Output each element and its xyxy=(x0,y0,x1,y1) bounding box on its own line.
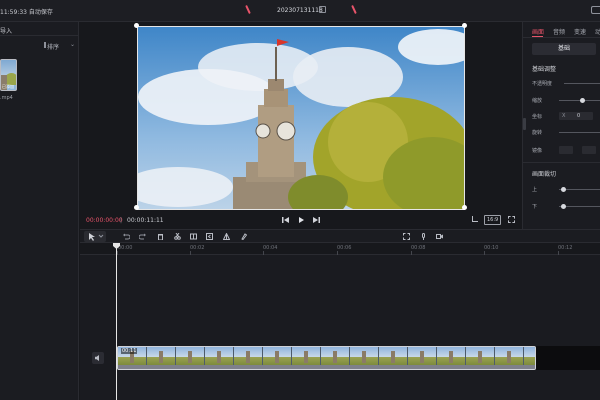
preview-axis-icon[interactable] xyxy=(436,233,443,240)
basic-button[interactable]: 基础 xyxy=(532,43,596,55)
autosave-status: 11:59:33 自动保存 xyxy=(0,9,53,16)
previous-frame-icon[interactable] xyxy=(281,215,291,225)
slash-decoration-left xyxy=(245,4,251,15)
current-time: 00:00:00:00 xyxy=(86,217,123,224)
mirror-icon[interactable] xyxy=(223,233,230,240)
track-header-column xyxy=(0,243,79,400)
select-tool-button[interactable] xyxy=(84,231,106,242)
sort-icon xyxy=(44,42,46,48)
divider xyxy=(523,37,600,38)
auto-snap-icon[interactable] xyxy=(403,233,410,240)
microphone-icon[interactable] xyxy=(420,233,427,240)
opacity-slider[interactable] xyxy=(564,83,600,84)
crop-top-label: 上 xyxy=(532,187,538,193)
crop-handle[interactable] xyxy=(134,23,139,28)
ruler-tick: 00:04 xyxy=(263,245,278,251)
panel-toggle-icon[interactable] xyxy=(591,6,600,14)
ruler-tick: 00:10 xyxy=(484,245,499,251)
top-bar: 11:59:33 自动保存 202307131118 xyxy=(0,0,600,22)
crop-handle[interactable] xyxy=(462,205,467,210)
media-thumbnail[interactable]: 已添加 xyxy=(0,59,17,91)
time-separator: | xyxy=(120,217,123,224)
tab-audio[interactable]: 音频 xyxy=(553,27,565,36)
mirror-horizontal-button[interactable] xyxy=(559,146,573,154)
divider xyxy=(0,35,79,36)
position-value: 0 xyxy=(577,113,581,119)
video-canvas[interactable] xyxy=(137,26,465,210)
mirror-vertical-button[interactable] xyxy=(582,146,596,154)
cursor-icon xyxy=(89,233,104,241)
clip-filmstrip xyxy=(118,347,535,365)
sort-button[interactable]: 排序 xyxy=(47,42,59,51)
split-icon[interactable] xyxy=(174,233,181,240)
clip-duration: 00:11 xyxy=(121,348,138,354)
empty-track-region xyxy=(536,346,600,370)
tab-picture[interactable]: 画面 xyxy=(532,27,544,36)
speaker-icon xyxy=(95,355,99,361)
chevron-down-icon[interactable]: ⌄ xyxy=(70,41,75,48)
player-preview: 00:00:00:00 | 00:00:11:11 16:9 xyxy=(80,22,522,229)
ruler-tick: 00:02 xyxy=(190,245,205,251)
crop-icon[interactable] xyxy=(472,216,478,222)
ruler-tick: 00:06 xyxy=(337,245,352,251)
crop-bottom-label: 下 xyxy=(532,204,538,210)
position-label: 坐标 xyxy=(532,114,543,120)
preview-image xyxy=(138,27,464,209)
crop-top-knob[interactable] xyxy=(561,187,566,192)
edit-title-icon[interactable] xyxy=(319,6,326,13)
video-clip[interactable]: 00:11 xyxy=(117,346,536,370)
mirror-label: 镜像 xyxy=(532,148,543,154)
added-badge: 已添加 xyxy=(2,84,14,89)
delete-icon[interactable] xyxy=(157,233,164,240)
tab-speed[interactable]: 变速 xyxy=(574,27,586,36)
clip-audio-strip xyxy=(118,365,535,369)
section-crop: 画面裁切 xyxy=(532,171,557,178)
playhead[interactable] xyxy=(116,243,117,400)
play-icon[interactable] xyxy=(296,215,306,225)
next-frame-icon[interactable] xyxy=(311,215,321,225)
media-tab-import[interactable]: 导入 xyxy=(0,26,12,35)
slash-decoration-right xyxy=(351,4,357,15)
reverse-icon[interactable] xyxy=(206,233,213,240)
aspect-ratio-button[interactable]: 16:9 xyxy=(484,215,502,225)
track-mute-button[interactable] xyxy=(92,352,104,364)
scale-label: 缩放 xyxy=(532,98,543,104)
crop-bottom-knob[interactable] xyxy=(561,204,566,209)
rotate-label: 旋转 xyxy=(532,130,543,136)
crop-handle[interactable] xyxy=(134,205,139,210)
timeline: 00:00 00:02 00:04 00:06 00:08 00:10 00:1… xyxy=(80,243,600,400)
edit-toolbar xyxy=(80,229,600,243)
freeze-frame-icon[interactable] xyxy=(190,233,197,240)
media-file-name: .mp4 xyxy=(0,95,13,101)
right-panel-resize-handle[interactable] xyxy=(523,118,526,130)
total-time: 00:00:11:11 xyxy=(127,217,164,224)
marker-icon[interactable] xyxy=(240,233,247,240)
undo-icon[interactable] xyxy=(123,233,130,240)
position-input[interactable]: X 0 xyxy=(559,112,593,120)
tab-animation[interactable]: 动 xyxy=(595,27,600,36)
time-ruler[interactable]: 00:00 00:02 00:04 00:06 00:08 00:10 00:1… xyxy=(80,243,600,255)
project-title: 202307131118 xyxy=(277,7,323,14)
divider xyxy=(523,162,600,163)
section-basic-adjust: 基础调整 xyxy=(532,66,557,73)
ruler-tick: 00:08 xyxy=(411,245,426,251)
track-area[interactable] xyxy=(80,255,600,400)
scale-slider-knob[interactable] xyxy=(580,98,585,103)
opacity-label: 不透明度 xyxy=(532,81,553,87)
rotate-slider[interactable] xyxy=(559,132,600,133)
crop-handle[interactable] xyxy=(462,23,467,28)
inspector-panel: 画面 音频 变速 动 基础 基础调整 不透明度 缩放 坐标 X 0 旋转 镜像 … xyxy=(522,22,600,229)
redo-icon[interactable] xyxy=(139,233,146,240)
ruler-tick: 00:00 xyxy=(118,245,133,251)
active-tab-indicator xyxy=(532,36,543,37)
fullscreen-icon[interactable] xyxy=(508,216,515,223)
ruler-tick: 00:12 xyxy=(558,245,573,251)
